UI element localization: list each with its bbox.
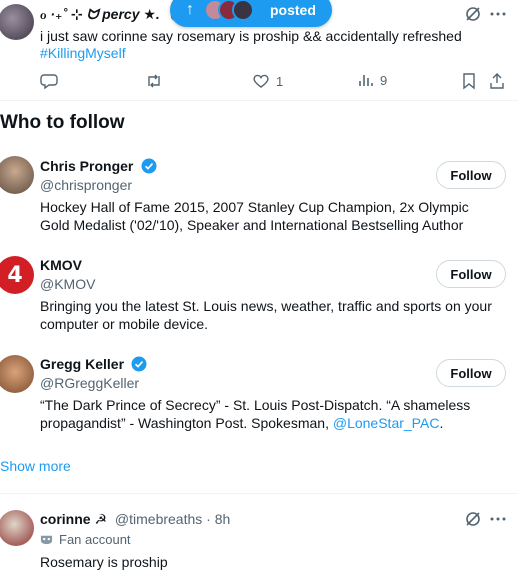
retweet-button[interactable] xyxy=(145,72,163,90)
avatar[interactable]: 4 xyxy=(0,256,34,294)
follow-button[interactable]: Follow xyxy=(436,359,506,387)
account-bio: “The Dark Prince of Secrecy” - St. Louis… xyxy=(40,396,500,432)
account-name-row: KMOV xyxy=(40,257,82,275)
author-name[interactable]: corinne ☭ xyxy=(40,511,107,527)
mention-link[interactable]: @LoneStar_PAC xyxy=(333,415,440,431)
avatar xyxy=(232,0,254,21)
account-name-row: Gregg Keller xyxy=(40,356,147,374)
author-name[interactable]: ℴ ·₊˚ ⊹ ᗢ percy ★. xyxy=(40,6,160,22)
more-options-icon[interactable] xyxy=(489,510,507,528)
share-button[interactable] xyxy=(489,72,505,90)
avatar[interactable] xyxy=(0,510,34,546)
account-handle[interactable]: @RGreggKeller xyxy=(40,375,139,391)
arrow-up-icon: ↑ xyxy=(186,1,194,18)
reply-icon xyxy=(40,74,58,90)
retweet-icon xyxy=(148,74,160,88)
views-button[interactable]: 9 xyxy=(358,72,387,88)
kmov-logo-icon: 4 xyxy=(7,262,23,288)
author-handle[interactable]: @timebreaths xyxy=(115,511,202,527)
views-icon xyxy=(359,75,373,86)
tweet-time[interactable]: · 8h xyxy=(206,511,230,527)
divider xyxy=(0,493,518,494)
account-name-row: Chris Pronger xyxy=(40,158,157,176)
hashtag-link[interactable]: #KillingMyself xyxy=(40,44,126,62)
who-to-follow-heading: Who to follow xyxy=(0,112,125,133)
bookmark-icon xyxy=(463,73,475,90)
tweet-text: i just saw corinne say rosemary is prosh… xyxy=(40,28,462,44)
verified-badge-icon xyxy=(131,356,147,372)
new-posts-pill[interactable]: ↑ posted xyxy=(170,0,332,27)
reply-button[interactable] xyxy=(40,72,58,90)
share-icon xyxy=(490,73,504,89)
mask-icon xyxy=(40,535,53,545)
tweet-header: corinne ☭ @timebreaths · 8h xyxy=(40,511,230,528)
account-name[interactable]: KMOV xyxy=(40,257,82,273)
new-posts-label: posted xyxy=(270,2,316,18)
account-name[interactable]: Gregg Keller xyxy=(40,356,124,372)
bio-text: . xyxy=(439,415,444,431)
bookmark-button[interactable] xyxy=(461,72,477,90)
follow-button[interactable]: Follow xyxy=(436,260,506,288)
follow-button[interactable]: Follow xyxy=(436,161,506,189)
avatar[interactable] xyxy=(0,156,34,194)
grok-icon[interactable] xyxy=(464,5,482,23)
like-button[interactable]: 1 xyxy=(252,72,283,90)
account-handle[interactable]: @KMOV xyxy=(40,276,95,292)
tweet-header: ℴ ·₊˚ ⊹ ᗢ percy ★. @e xyxy=(40,6,192,23)
more-options-icon[interactable] xyxy=(489,5,507,23)
like-count: 1 xyxy=(276,73,284,89)
avatar[interactable] xyxy=(0,4,34,40)
badge-label: Fan account xyxy=(59,532,131,547)
grok-icon[interactable] xyxy=(464,510,482,528)
fan-account-badge: Fan account xyxy=(40,532,131,547)
tweet-text: Rosemary is proship xyxy=(40,554,168,570)
poster-avatars xyxy=(204,0,254,21)
account-bio: Bringing you the latest St. Louis news, … xyxy=(40,298,492,332)
heart-icon xyxy=(253,74,269,88)
avatar[interactable] xyxy=(0,355,34,393)
account-bio: Hockey Hall of Fame 2015, 2007 Stanley C… xyxy=(40,199,469,233)
show-more-link[interactable]: Show more xyxy=(0,458,71,474)
views-count: 9 xyxy=(380,72,388,88)
account-handle[interactable]: @chrispronger xyxy=(40,177,132,193)
account-name[interactable]: Chris Pronger xyxy=(40,158,133,174)
divider xyxy=(0,100,518,101)
verified-badge-icon xyxy=(141,158,157,174)
